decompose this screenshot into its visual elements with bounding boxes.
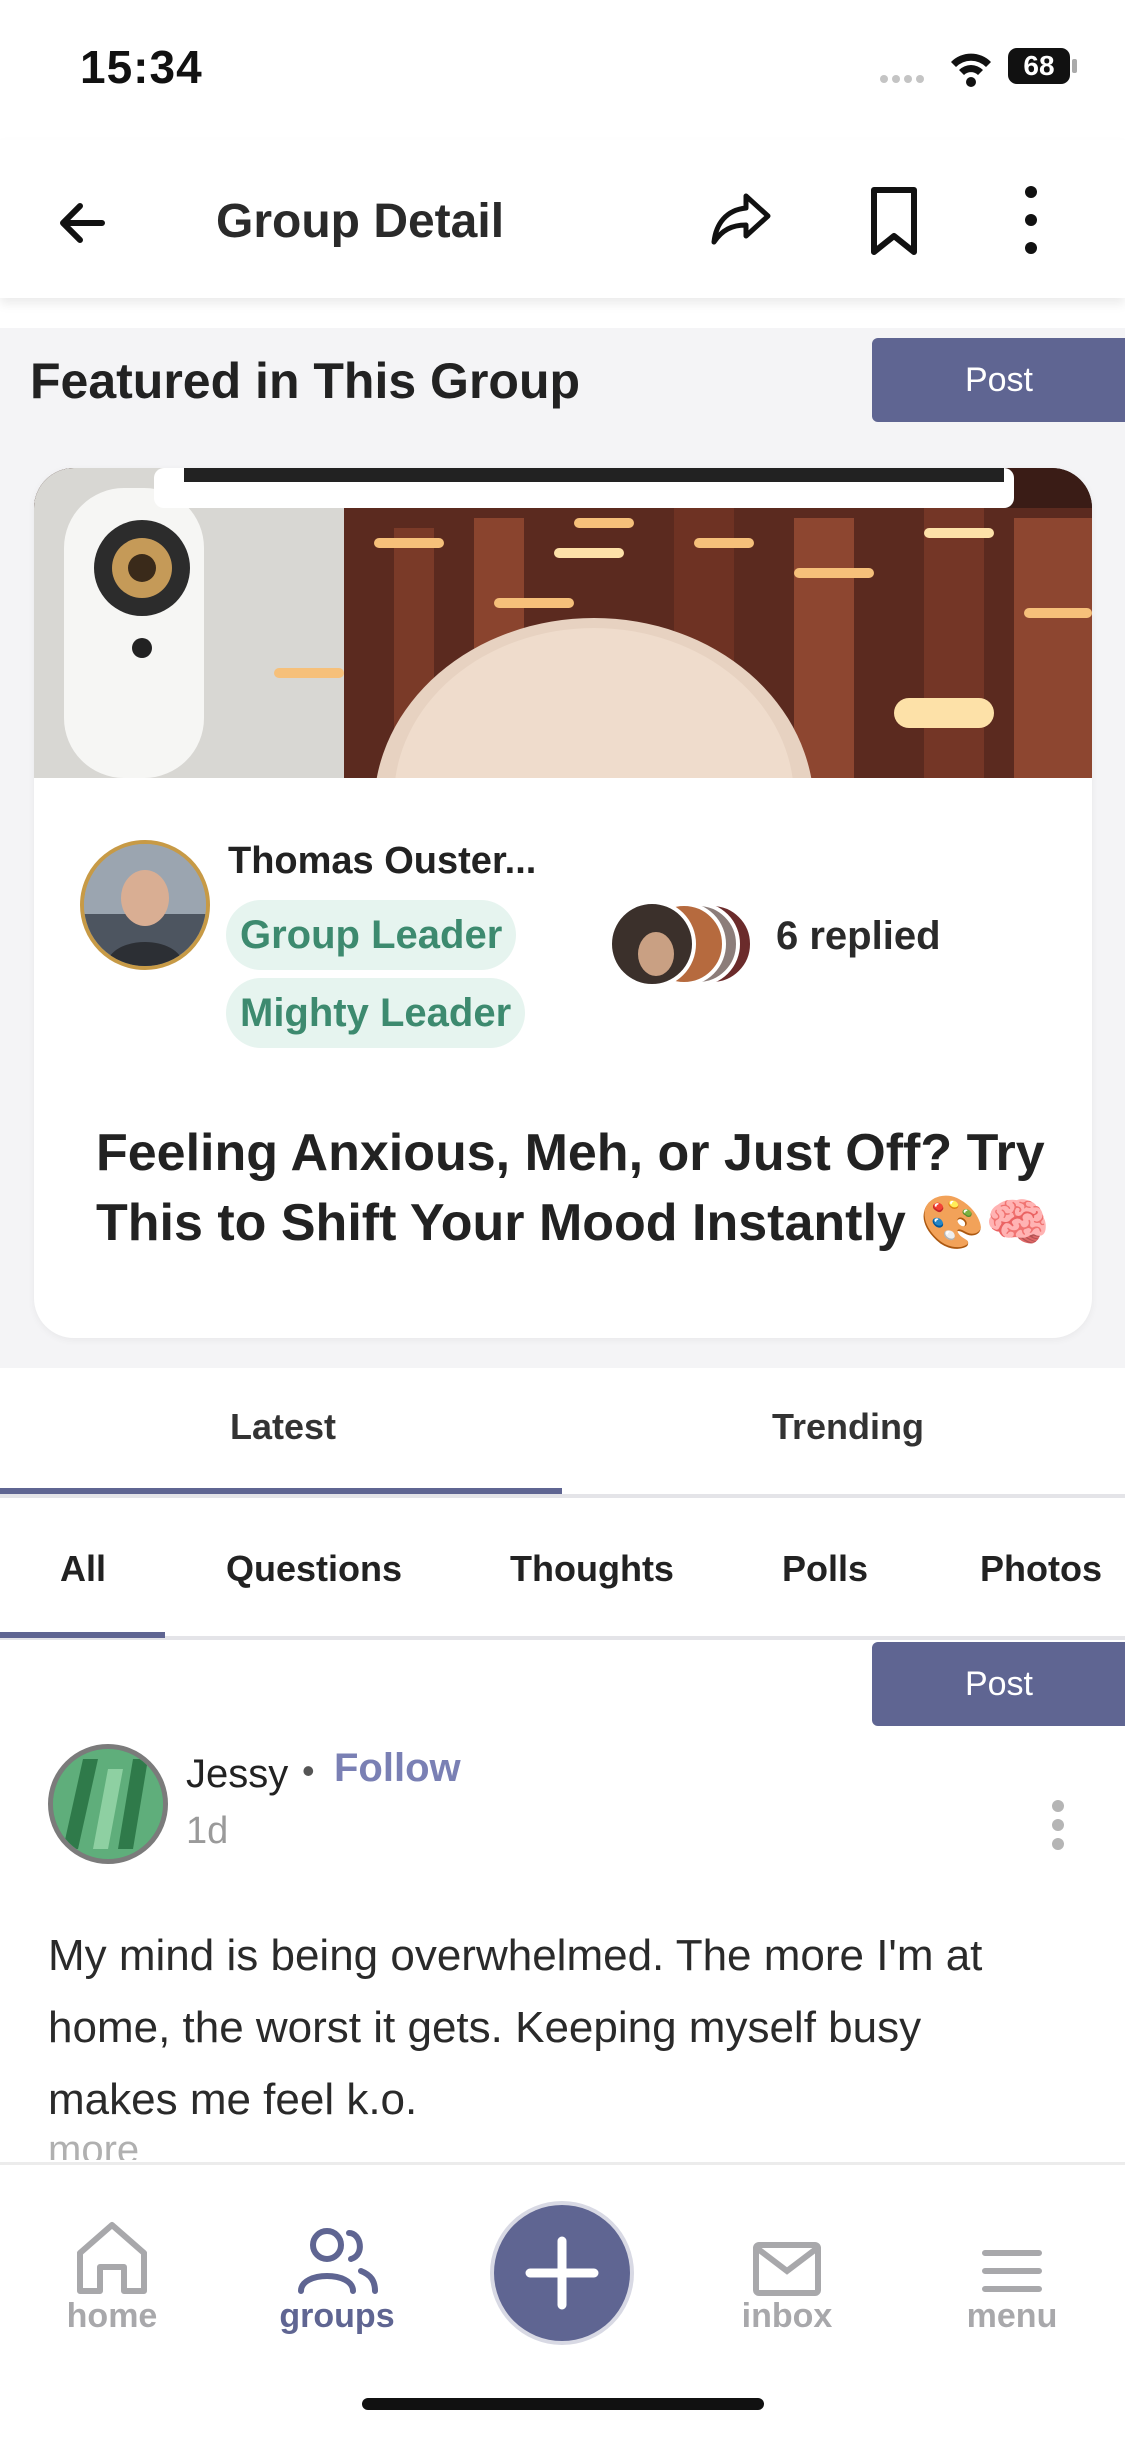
- nav-home-label: home: [66, 2297, 158, 2335]
- hamburger-menu-icon: [922, 2207, 1102, 2297]
- post-button[interactable]: Post: [872, 1642, 1125, 1726]
- active-filter-indicator: [0, 1632, 165, 1638]
- post-timestamp: 1d: [186, 1810, 229, 1852]
- filter-questions[interactable]: Questions: [226, 1548, 402, 1590]
- groups-icon: [247, 2207, 427, 2297]
- nav-groups-label: groups: [279, 2297, 395, 2335]
- more-options-icon[interactable]: [1006, 180, 1056, 260]
- filter-polls[interactable]: Polls: [782, 1548, 868, 1590]
- follow-link[interactable]: Follow: [334, 1746, 461, 1791]
- inbox-icon: [697, 2207, 877, 2297]
- nav-menu[interactable]: menu: [922, 2207, 1102, 2336]
- featured-post-image: [34, 468, 1092, 778]
- active-tab-indicator: [0, 1488, 562, 1494]
- share-icon[interactable]: [706, 184, 776, 254]
- post-author-name[interactable]: Jessy: [186, 1752, 288, 1797]
- create-post-button[interactable]: [494, 2205, 630, 2341]
- post-body[interactable]: My mind is being overwhelmed. The more I…: [48, 1920, 1058, 2136]
- status-time: 15:34: [80, 41, 203, 93]
- battery-icon: 68: [1008, 48, 1078, 86]
- replies-count[interactable]: 6 replied: [776, 914, 941, 959]
- post-button[interactable]: Post: [872, 338, 1125, 422]
- repliers-avatars: [606, 898, 756, 990]
- status-bar: 15:34 68: [0, 0, 1125, 140]
- mighty-leader-badge: Mighty Leader: [226, 978, 526, 1048]
- bookmark-icon[interactable]: [862, 184, 926, 260]
- nav-inbox[interactable]: inbox: [697, 2207, 877, 2336]
- wifi-icon: [948, 48, 994, 88]
- author-avatar[interactable]: [80, 840, 210, 970]
- author-name[interactable]: Thomas Ouster...: [228, 840, 536, 883]
- read-more-link[interactable]: more: [48, 2128, 139, 2160]
- cellular-signal-icon: [880, 70, 936, 83]
- filter-tabs: All Questions Thoughts Polls Photos: [0, 1508, 1125, 1640]
- featured-heading: Featured in This Group: [30, 353, 581, 409]
- nav-home[interactable]: home: [22, 2207, 202, 2336]
- filter-all[interactable]: All: [60, 1548, 106, 1590]
- separator-dot: •: [302, 1750, 315, 1791]
- home-icon: [22, 2207, 202, 2297]
- nav-groups[interactable]: groups: [247, 2207, 427, 2336]
- featured-post-card[interactable]: Thomas Ouster... Group Leader Mighty Lea…: [34, 468, 1092, 1338]
- home-indicator: [362, 2398, 764, 2410]
- page-title: Group Detail: [216, 195, 505, 248]
- nav-menu-label: menu: [966, 2297, 1058, 2335]
- group-leader-badge: Group Leader: [226, 900, 517, 970]
- back-arrow-icon[interactable]: [50, 188, 120, 258]
- sort-tabs: Latest Trending: [0, 1368, 1125, 1498]
- filter-photos[interactable]: Photos: [980, 1548, 1102, 1590]
- top-app-bar: Group Detail: [0, 140, 1125, 298]
- filter-thoughts[interactable]: Thoughts: [510, 1548, 674, 1590]
- tab-trending[interactable]: Trending: [772, 1406, 924, 1448]
- plus-icon: [525, 2236, 599, 2310]
- nav-inbox-label: inbox: [741, 2297, 833, 2335]
- tab-latest[interactable]: Latest: [230, 1406, 336, 1448]
- battery-level: 68: [1008, 48, 1070, 84]
- post-more-options-icon[interactable]: [1046, 1800, 1070, 1856]
- featured-post-title[interactable]: Feeling Anxious, Meh, or Just Off? Try T…: [96, 1118, 1056, 1258]
- author-avatar[interactable]: [48, 1744, 168, 1864]
